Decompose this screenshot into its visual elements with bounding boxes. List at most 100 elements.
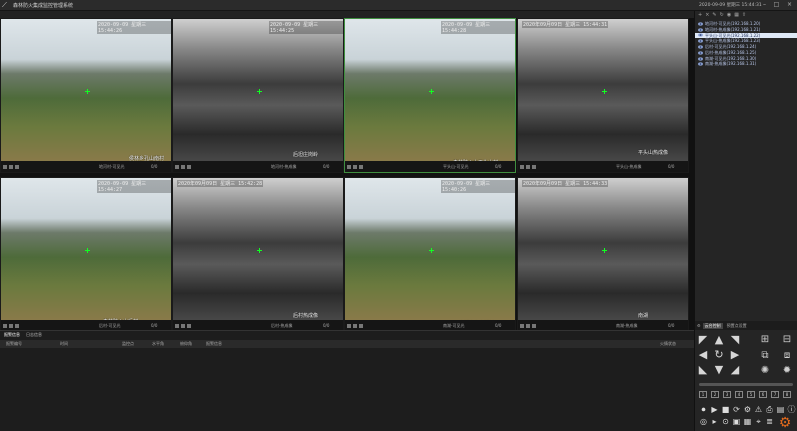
- tab-log-info[interactable]: 日志信息: [26, 332, 42, 338]
- snapshot-status-icon[interactable]: [359, 164, 363, 169]
- auto-rotate-icon[interactable]: ↻: [713, 349, 725, 361]
- audio-status-icon[interactable]: [526, 323, 530, 328]
- audio-status-icon[interactable]: [181, 164, 185, 169]
- snapshot-status-icon[interactable]: [15, 164, 19, 169]
- audio-status-icon[interactable]: [526, 164, 530, 169]
- preset-button[interactable]: 7: [771, 391, 779, 398]
- focus-near-icon[interactable]: ⧉: [759, 350, 771, 362]
- layers-icon[interactable]: ≣: [765, 417, 774, 426]
- osd-location: 南湖: [638, 313, 649, 319]
- arrow-up-right-icon[interactable]: ◥: [729, 334, 741, 346]
- column-header[interactable]: 时间: [60, 341, 68, 347]
- snapshot-icon[interactable]: ◎: [699, 417, 708, 426]
- arrow-up-icon[interactable]: ▲: [713, 334, 725, 346]
- snapshot-status-icon[interactable]: [15, 323, 19, 328]
- record-status-icon[interactable]: [520, 323, 524, 328]
- cycle-icon[interactable]: ⟳: [732, 405, 741, 414]
- target-icon[interactable]: ⊙: [721, 417, 730, 426]
- tab-ptz-control[interactable]: 云台控制: [702, 322, 723, 329]
- layout-icon[interactable]: ▦: [734, 12, 739, 18]
- video-cell[interactable]: 2020-09-09 星期三 15:44:27森林防火山后村后村-可见光0/0: [0, 177, 172, 332]
- add-icon[interactable]: +: [698, 12, 702, 18]
- column-header[interactable]: 监控点: [122, 341, 134, 347]
- map-icon[interactable]: ⌖: [754, 417, 763, 426]
- audio-status-icon[interactable]: [353, 164, 357, 169]
- preset-button[interactable]: 6: [759, 391, 767, 398]
- snapshot-status-icon[interactable]: [532, 323, 536, 328]
- zoom-out-icon[interactable]: ⊟: [781, 334, 793, 346]
- iris-open-icon[interactable]: ✺: [759, 365, 771, 377]
- video-cell[interactable]: 2020-09-09 星期三 15:40:26南湖乡大南湖村南湖-可见光0/0: [344, 177, 516, 332]
- arrow-down-left-icon[interactable]: ◣: [697, 364, 709, 376]
- close-icon[interactable]: ×: [785, 1, 794, 9]
- video-cell[interactable]: 2020-09-09 星期三 15:44:28森林防火大平头山村平头山-可见光0…: [344, 18, 516, 173]
- record-status-icon[interactable]: [3, 164, 7, 169]
- record-status-icon[interactable]: [347, 164, 351, 169]
- system-settings-icon[interactable]: ⚙: [778, 416, 792, 430]
- grid-icon[interactable]: ▦: [743, 417, 752, 426]
- arrow-up-left-icon[interactable]: ◤: [697, 334, 709, 346]
- arrow-down-right-icon[interactable]: ◢: [729, 364, 741, 376]
- eye-icon[interactable]: ◉: [727, 12, 731, 18]
- device-tree-label: 南湖-热成像(192.168.1.31): [705, 61, 757, 67]
- preset-button[interactable]: 4: [735, 391, 743, 398]
- title-bar: ⟋ 森林防火集成监控管理系统 2020-09-09 星期三 15:44:31 –…: [0, 0, 797, 11]
- record-status-icon[interactable]: [175, 164, 179, 169]
- preset-button[interactable]: 8: [783, 391, 791, 398]
- arrow-right-icon[interactable]: ▶: [729, 349, 741, 361]
- snapshot-status-icon[interactable]: [187, 164, 191, 169]
- settings-icon[interactable]: ⚙: [697, 323, 701, 328]
- settings-gear-icon[interactable]: ⚙: [743, 405, 752, 414]
- preset-button[interactable]: 1: [699, 391, 707, 398]
- device-toolbar: + × ✎ ↻ ◉ ▦ ⇪: [695, 11, 797, 19]
- ptz-speed-slider[interactable]: [699, 383, 793, 386]
- tab-alarm-info[interactable]: 报警信息: [4, 332, 20, 338]
- restore-icon[interactable]: □: [772, 1, 781, 9]
- folder-icon[interactable]: ▤: [776, 405, 785, 414]
- column-header[interactable]: 报警编号: [6, 341, 22, 347]
- column-header[interactable]: 俯仰角: [180, 341, 192, 347]
- audio-status-icon[interactable]: [9, 164, 13, 169]
- audio-status-icon[interactable]: [9, 323, 13, 328]
- record-status-icon[interactable]: [520, 164, 524, 169]
- snapshot-status-icon[interactable]: [359, 323, 363, 328]
- audio-status-icon[interactable]: [181, 323, 185, 328]
- zoom-in-icon[interactable]: ⊞: [759, 334, 771, 346]
- minimize-icon[interactable]: –: [760, 1, 769, 9]
- video-cell[interactable]: 2020年09月09日 星期三 15:44:33 南湖 南湖-热成像 0/0: [517, 177, 689, 332]
- image-icon[interactable]: ▣: [732, 417, 741, 426]
- column-header[interactable]: 水平角: [152, 341, 164, 347]
- column-header[interactable]: 火情状态: [660, 341, 676, 347]
- video-cell[interactable]: 2020年09月09日 星期三 15:42:28 后村热成像 后村-热成像 0/0: [172, 177, 344, 332]
- audio-status-icon[interactable]: [353, 323, 357, 328]
- column-header[interactable]: 报警信息: [206, 341, 222, 347]
- record-icon[interactable]: ⏺: [699, 405, 708, 414]
- arrow-down-icon[interactable]: ▼: [713, 364, 725, 376]
- preset-button[interactable]: 5: [747, 391, 755, 398]
- device-tree-item[interactable]: 南湖-热成像(192.168.1.31): [695, 61, 797, 68]
- stop-icon[interactable]: ■: [721, 405, 730, 414]
- record-status-icon[interactable]: [175, 323, 179, 328]
- export-icon[interactable]: ⇪: [742, 12, 746, 18]
- record-status-icon[interactable]: [3, 323, 7, 328]
- arrow-left-icon[interactable]: ◀: [697, 349, 709, 361]
- forward-icon[interactable]: ▸: [710, 417, 719, 426]
- alarm-icon[interactable]: ⚠: [754, 405, 763, 414]
- tab-preset[interactable]: 预置点设置: [725, 323, 749, 329]
- delete-icon[interactable]: ×: [705, 12, 709, 18]
- snapshot-status-icon[interactable]: [532, 164, 536, 169]
- focus-far-icon[interactable]: ⧈: [781, 350, 793, 362]
- video-cell[interactable]: 2020-09-09 星期三 15:44:26 侯林乡孔山南村 地河村-可见光 0/0: [0, 18, 172, 173]
- info-icon[interactable]: ⓘ: [787, 405, 796, 414]
- record-status-icon[interactable]: [347, 323, 351, 328]
- snapshot-status-icon[interactable]: [187, 323, 191, 328]
- edit-icon[interactable]: ✎: [712, 12, 716, 18]
- video-cell[interactable]: 2020-09-09 星期三 15:44:25 后坦庄岗岭 地河村-热成像 0/0: [172, 18, 344, 173]
- video-cell[interactable]: 2020年09月09日 星期三 15:44:31 平头山热成像 平头山-热成像 0/0: [517, 18, 689, 173]
- preset-button[interactable]: 2: [711, 391, 719, 398]
- camera-icon[interactable]: ⎙: [765, 405, 774, 414]
- iris-close-icon[interactable]: ✹: [781, 365, 793, 377]
- refresh-icon[interactable]: ↻: [720, 12, 724, 18]
- preset-button[interactable]: 3: [723, 391, 731, 398]
- play-icon[interactable]: ▶: [710, 405, 719, 414]
